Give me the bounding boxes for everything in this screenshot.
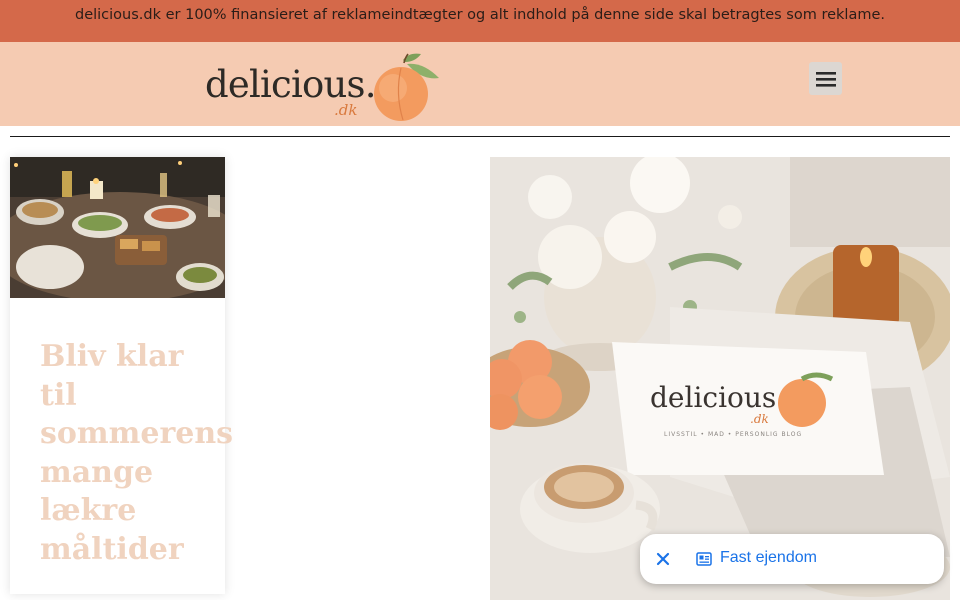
svg-text:delicious.: delicious. — [650, 381, 785, 414]
post-title[interactable]: Bliv klar til sommerens mange lækre målt… — [40, 338, 233, 569]
hamburger-menu-icon — [815, 71, 836, 87]
topic-chip[interactable]: Fast ejendom — [640, 534, 944, 584]
post-card[interactable]: Bliv klar til sommerens mange lækre målt… — [10, 157, 233, 594]
header-divider — [10, 136, 950, 137]
logo-tld: .dk — [334, 101, 358, 119]
post-thumbnail[interactable] — [10, 157, 225, 298]
ad-disclaimer-text: delicious.dk er 100% finansieret af rekl… — [75, 7, 885, 23]
newspaper-icon — [696, 552, 712, 566]
svg-text:LIVSSTIL • MAD • PERSONLIG BLO: LIVSSTIL • MAD • PERSONLIG BLOG — [664, 431, 802, 438]
close-icon[interactable] — [653, 549, 673, 569]
post-image — [10, 157, 225, 298]
peach-logo-icon — [374, 53, 439, 121]
logo-wordmark: delicious. — [205, 63, 376, 106]
site-logo[interactable]: delicious. .dk — [205, 48, 445, 124]
site-header: delicious. .dk — [0, 42, 960, 126]
svg-text:.dk: .dk — [750, 412, 769, 426]
ad-disclaimer-banner: delicious.dk er 100% finansieret af rekl… — [0, 0, 960, 42]
menu-toggle-button[interactable] — [809, 62, 842, 95]
chip-label[interactable]: Fast ejendom — [720, 549, 817, 567]
